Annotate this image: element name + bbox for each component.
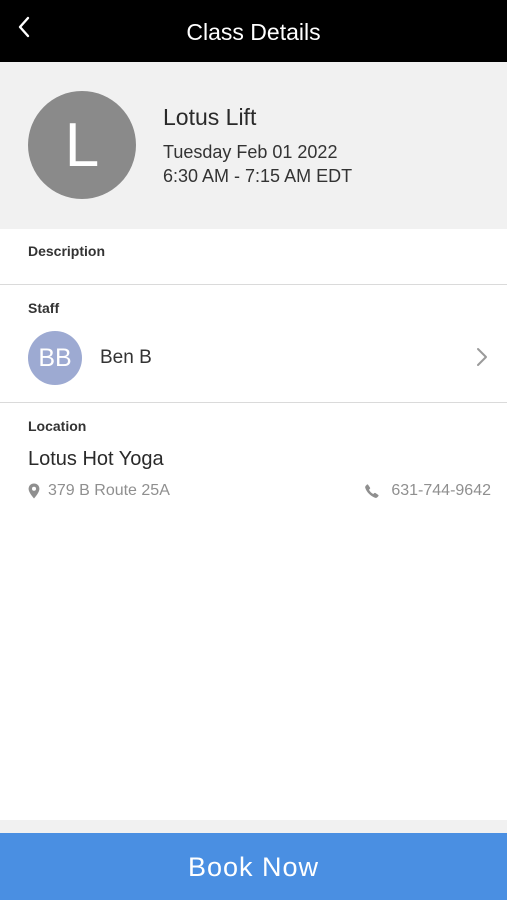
location-label: Location xyxy=(28,418,87,434)
location-phone[interactable]: 631-744-9642 xyxy=(365,480,491,502)
phone-text: 631-744-9642 xyxy=(391,482,491,499)
phone-icon xyxy=(365,484,379,498)
staff-name: Ben B xyxy=(100,347,152,368)
bottom-strip xyxy=(0,820,507,833)
location-address[interactable]: 379 B Route 25A xyxy=(28,480,170,502)
chevron-right-icon xyxy=(474,344,490,370)
staff-row[interactable]: BB Ben B xyxy=(0,322,507,394)
book-now-button[interactable]: Book Now xyxy=(0,833,507,900)
class-summary: L Lotus Lift Tuesday Feb 01 2022 6:30 AM… xyxy=(0,62,507,229)
class-name: Lotus Lift xyxy=(163,104,257,130)
divider xyxy=(0,402,507,403)
location-name: Lotus Hot Yoga xyxy=(28,448,164,470)
address-text: 379 B Route 25A xyxy=(48,482,170,499)
staff-label: Staff xyxy=(28,300,60,316)
staff-avatar: BB xyxy=(28,331,82,385)
class-avatar: L xyxy=(28,91,136,199)
description-label: Description xyxy=(28,243,106,259)
top-bar: Class Details xyxy=(0,0,507,62)
map-pin-icon xyxy=(28,483,40,499)
page-title: Class Details xyxy=(186,19,321,45)
class-time: 6:30 AM - 7:15 AM EDT xyxy=(163,166,353,186)
divider xyxy=(0,284,507,285)
class-date: Tuesday Feb 01 2022 xyxy=(163,142,338,162)
